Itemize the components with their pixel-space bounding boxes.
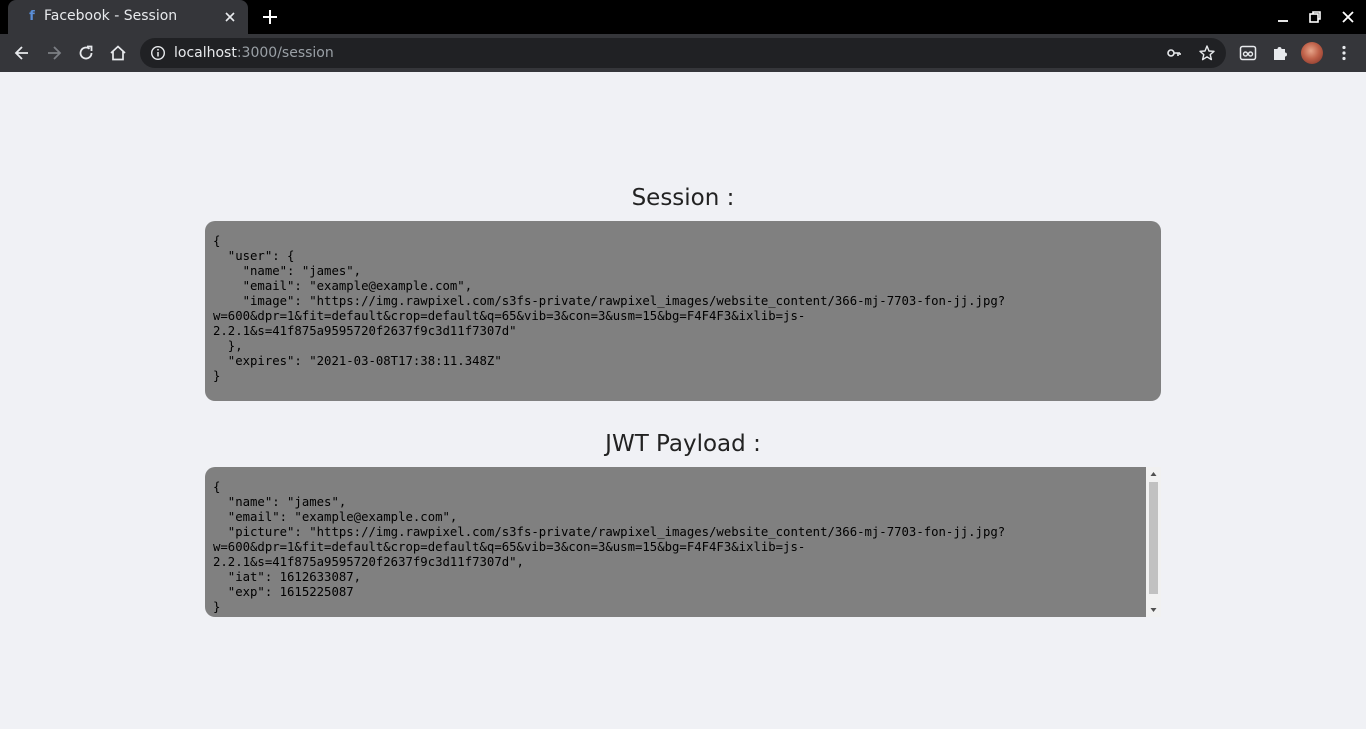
address-bar[interactable]: localhost:3000/session [140, 38, 1226, 68]
reading-mode-icon[interactable] [1238, 43, 1258, 63]
menu-kebab-icon[interactable] [1334, 43, 1354, 63]
site-info-icon[interactable] [150, 45, 166, 61]
scroll-thumb[interactable] [1149, 482, 1158, 594]
session-code-box: { "user": { "name": "james", "email": "e… [205, 221, 1161, 401]
url-text[interactable]: localhost:3000/session [174, 45, 334, 61]
extensions-puzzle-icon[interactable] [1270, 43, 1290, 63]
scroll-up-arrow-icon[interactable] [1146, 467, 1161, 481]
jwt-scrollbar[interactable] [1146, 467, 1161, 617]
tab-strip: f Facebook - Session [0, 0, 1366, 34]
jwt-heading: JWT Payload : [605, 431, 761, 457]
profile-avatar[interactable] [1301, 42, 1323, 64]
close-tab-icon[interactable] [222, 9, 238, 25]
browser-tab[interactable]: f Facebook - Session [8, 0, 248, 34]
page-content: Session : { "user": { "name": "james", "… [0, 72, 1366, 729]
minimize-icon[interactable] [1275, 9, 1291, 25]
facebook-icon: f [29, 9, 35, 24]
close-window-icon[interactable] [1340, 9, 1356, 25]
url-path: :3000/session [236, 45, 334, 61]
back-icon[interactable] [12, 43, 32, 63]
forward-icon[interactable] [44, 43, 64, 63]
session-json: { "user": { "name": "james", "email": "e… [213, 234, 1006, 383]
url-host: localhost [174, 45, 237, 61]
browser-toolbar: localhost:3000/session [0, 34, 1366, 72]
jwt-code-box: { "name": "james", "email": "example@exa… [205, 467, 1146, 617]
scroll-down-arrow-icon[interactable] [1146, 603, 1161, 617]
bookmark-star-icon[interactable] [1198, 44, 1216, 62]
new-tab-icon[interactable] [260, 7, 280, 27]
restore-icon[interactable] [1307, 9, 1323, 25]
home-icon[interactable] [108, 43, 128, 63]
session-heading: Session : [631, 185, 735, 211]
key-icon[interactable] [1166, 45, 1182, 61]
tab-title: Facebook - Session [44, 8, 178, 24]
jwt-json: { "name": "james", "email": "example@exa… [213, 480, 1006, 614]
reload-icon[interactable] [76, 43, 96, 63]
